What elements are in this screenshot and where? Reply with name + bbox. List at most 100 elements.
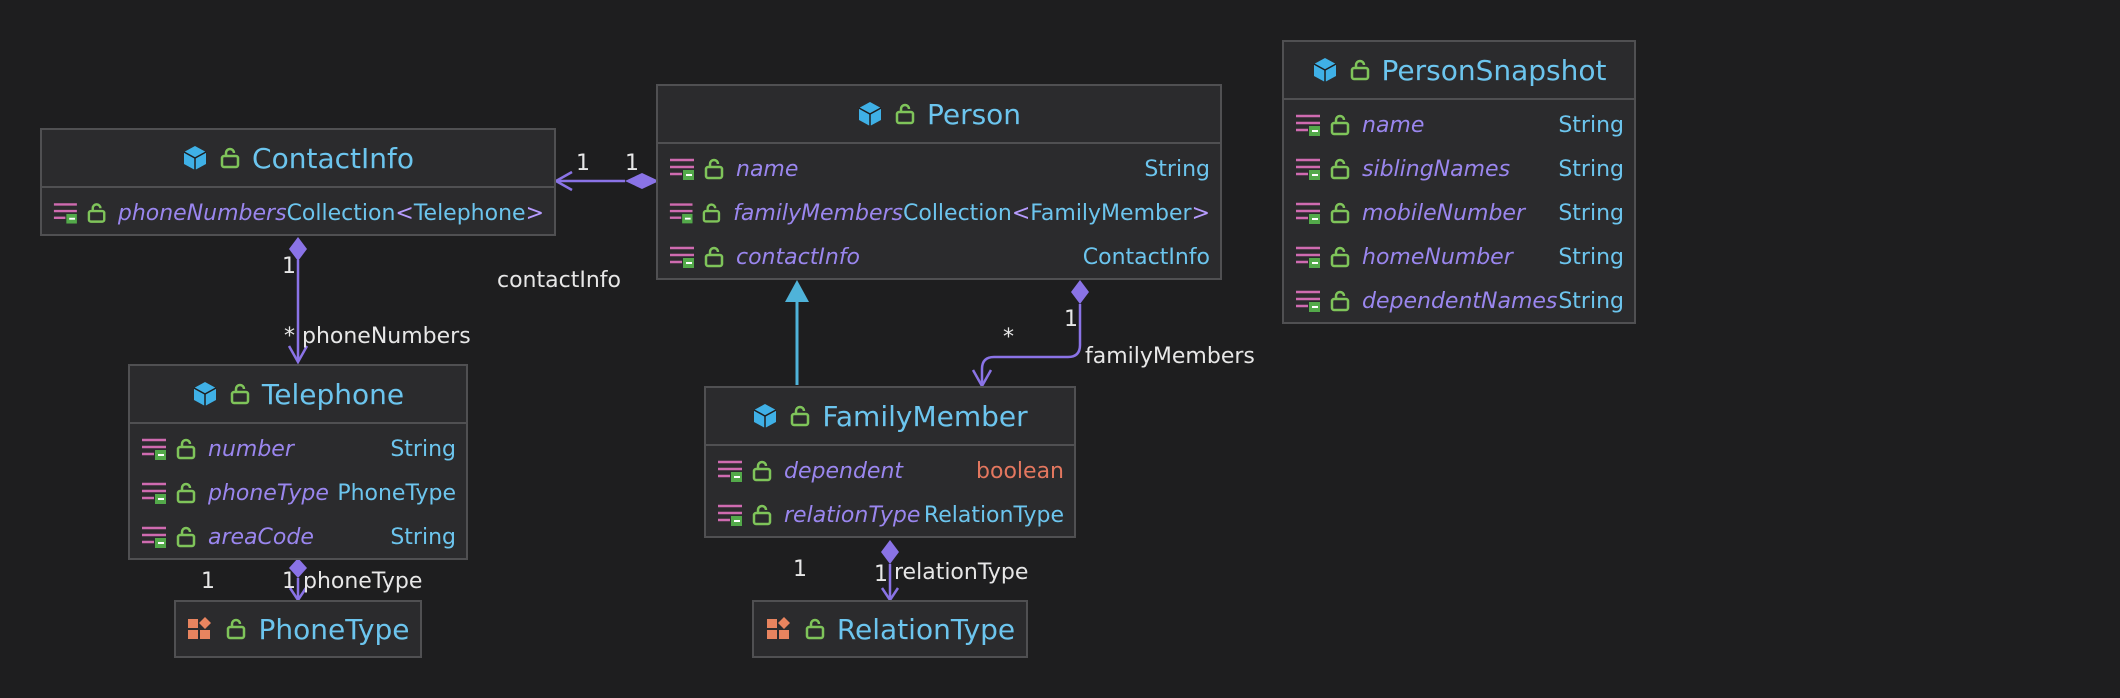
field-name: mobileNumber [1362,200,1525,226]
class-name: Telephone [261,377,405,411]
edge-label: relationType [894,560,1029,585]
field-name: name [736,156,799,182]
field-icon [1296,114,1320,136]
field-row[interactable]: siblingNames String [1284,147,1634,191]
field-name: areaCode [208,524,314,550]
enum-box-phonetype[interactable]: PhoneType [174,600,422,658]
class-box-familymember[interactable]: FamilyMember dependent boolean relationT… [704,386,1076,538]
field-row[interactable]: phoneNumbers Collection<Telephone> [42,191,554,235]
multiplicity-label: 1 [1064,307,1078,332]
field-name: dependent [784,458,904,484]
field-row[interactable]: contactInfo ContactInfo [658,235,1220,279]
field-row[interactable]: dependent boolean [706,449,1074,493]
field-name: homeNumber [1362,244,1513,270]
field-type: RelationType [923,502,1064,528]
unlock-icon [1350,59,1369,81]
field-icon [670,158,694,180]
field-name: familyMembers [733,200,903,226]
class-icon [183,146,207,170]
unlock-icon [895,103,915,125]
multiplicity-label: 1 [576,151,590,176]
class-box-contactinfo[interactable]: ContactInfo phoneNumbers Collection<Tele… [40,128,556,236]
inheritance-arrowhead [785,280,809,302]
edge-label: contactInfo [497,268,621,293]
unlock-icon [176,526,196,548]
field-name: number [208,436,294,462]
field-row[interactable]: phoneType PhoneType [130,471,466,515]
class-box-personsnapshot[interactable]: PersonSnapshot name String siblingNames … [1282,40,1636,324]
class-name: Person [926,97,1022,131]
field-row[interactable]: dependentNames String [1284,279,1634,323]
field-type: Collection<Telephone> [286,200,544,226]
field-name: contactInfo [736,244,860,270]
field-icon [142,482,166,504]
field-icon [718,504,742,526]
multiplicity-label: 1 [282,569,296,594]
class-name: PersonSnapshot [1381,53,1607,87]
unlock-icon [704,158,724,180]
enum-name: RelationType [836,612,1016,646]
class-box-telephone[interactable]: Telephone number String phoneType PhoneT… [128,364,468,560]
multiplicity-label: 1 [874,562,888,587]
field-icon [1296,158,1320,180]
unlock-icon [176,482,196,504]
unlock-icon [220,147,240,169]
field-icon [142,526,166,548]
field-icon [670,246,694,268]
field-row[interactable]: mobileNumber String [1284,191,1634,235]
field-row[interactable]: name String [658,147,1220,191]
multiplicity-label: 1 [282,254,296,279]
unlock-icon [1330,202,1350,224]
field-icon [1296,290,1320,312]
enum-box-relationtype[interactable]: RelationType [752,600,1028,658]
field-icon [718,460,742,482]
field-icon [1296,246,1320,268]
class-name: ContactInfo [252,141,414,175]
field-row[interactable]: relationType RelationType [706,493,1074,537]
field-row[interactable]: name String [1284,103,1634,147]
field-type: String [1558,156,1624,182]
enum-icon [188,617,212,639]
edge-label: phoneType [303,569,423,594]
multiplicity-label: 1 [201,569,215,594]
field-name: phoneType [208,480,329,506]
unlock-icon [702,203,721,223]
field-row[interactable]: homeNumber String [1284,235,1634,279]
unlock-icon [791,405,810,427]
multiplicity-label: 1 [625,151,639,176]
field-type: Collection<FamilyMember> [903,200,1210,226]
field-type: String [1558,200,1624,226]
class-box-person[interactable]: Person name String familyMembers Collect… [656,84,1222,280]
field-icon [142,438,166,460]
field-type: ContactInfo [1082,244,1210,270]
field-row[interactable]: familyMembers Collection<FamilyMember> [658,191,1220,235]
field-name: name [1362,112,1425,138]
field-row[interactable]: areaCode String [130,515,466,559]
unlock-icon [752,504,772,526]
field-type: String [1558,244,1624,270]
class-icon [858,102,882,126]
unlock-icon [230,383,250,405]
field-icon [669,203,693,224]
field-type: String [1558,112,1624,138]
enum-name: PhoneType [258,612,410,646]
field-row[interactable]: number String [130,427,466,471]
class-name: FamilyMember [822,399,1028,433]
class-icon [1313,58,1336,82]
field-type: String [390,524,456,550]
unlock-icon [87,203,106,223]
unlock-icon [1330,246,1350,268]
class-icon [754,404,777,428]
field-name: phoneNumbers [117,200,287,226]
field-type: boolean [976,458,1064,484]
unlock-icon [1330,114,1350,136]
unlock-icon [176,438,196,460]
enum-icon [766,617,790,639]
multiplicity-label: * [284,324,295,349]
composition-diamond [1071,280,1089,304]
field-icon [53,203,77,224]
field-type: PhoneType [337,480,456,506]
field-type: String [1144,156,1210,182]
class-icon [193,382,217,406]
field-type: String [1558,288,1624,314]
